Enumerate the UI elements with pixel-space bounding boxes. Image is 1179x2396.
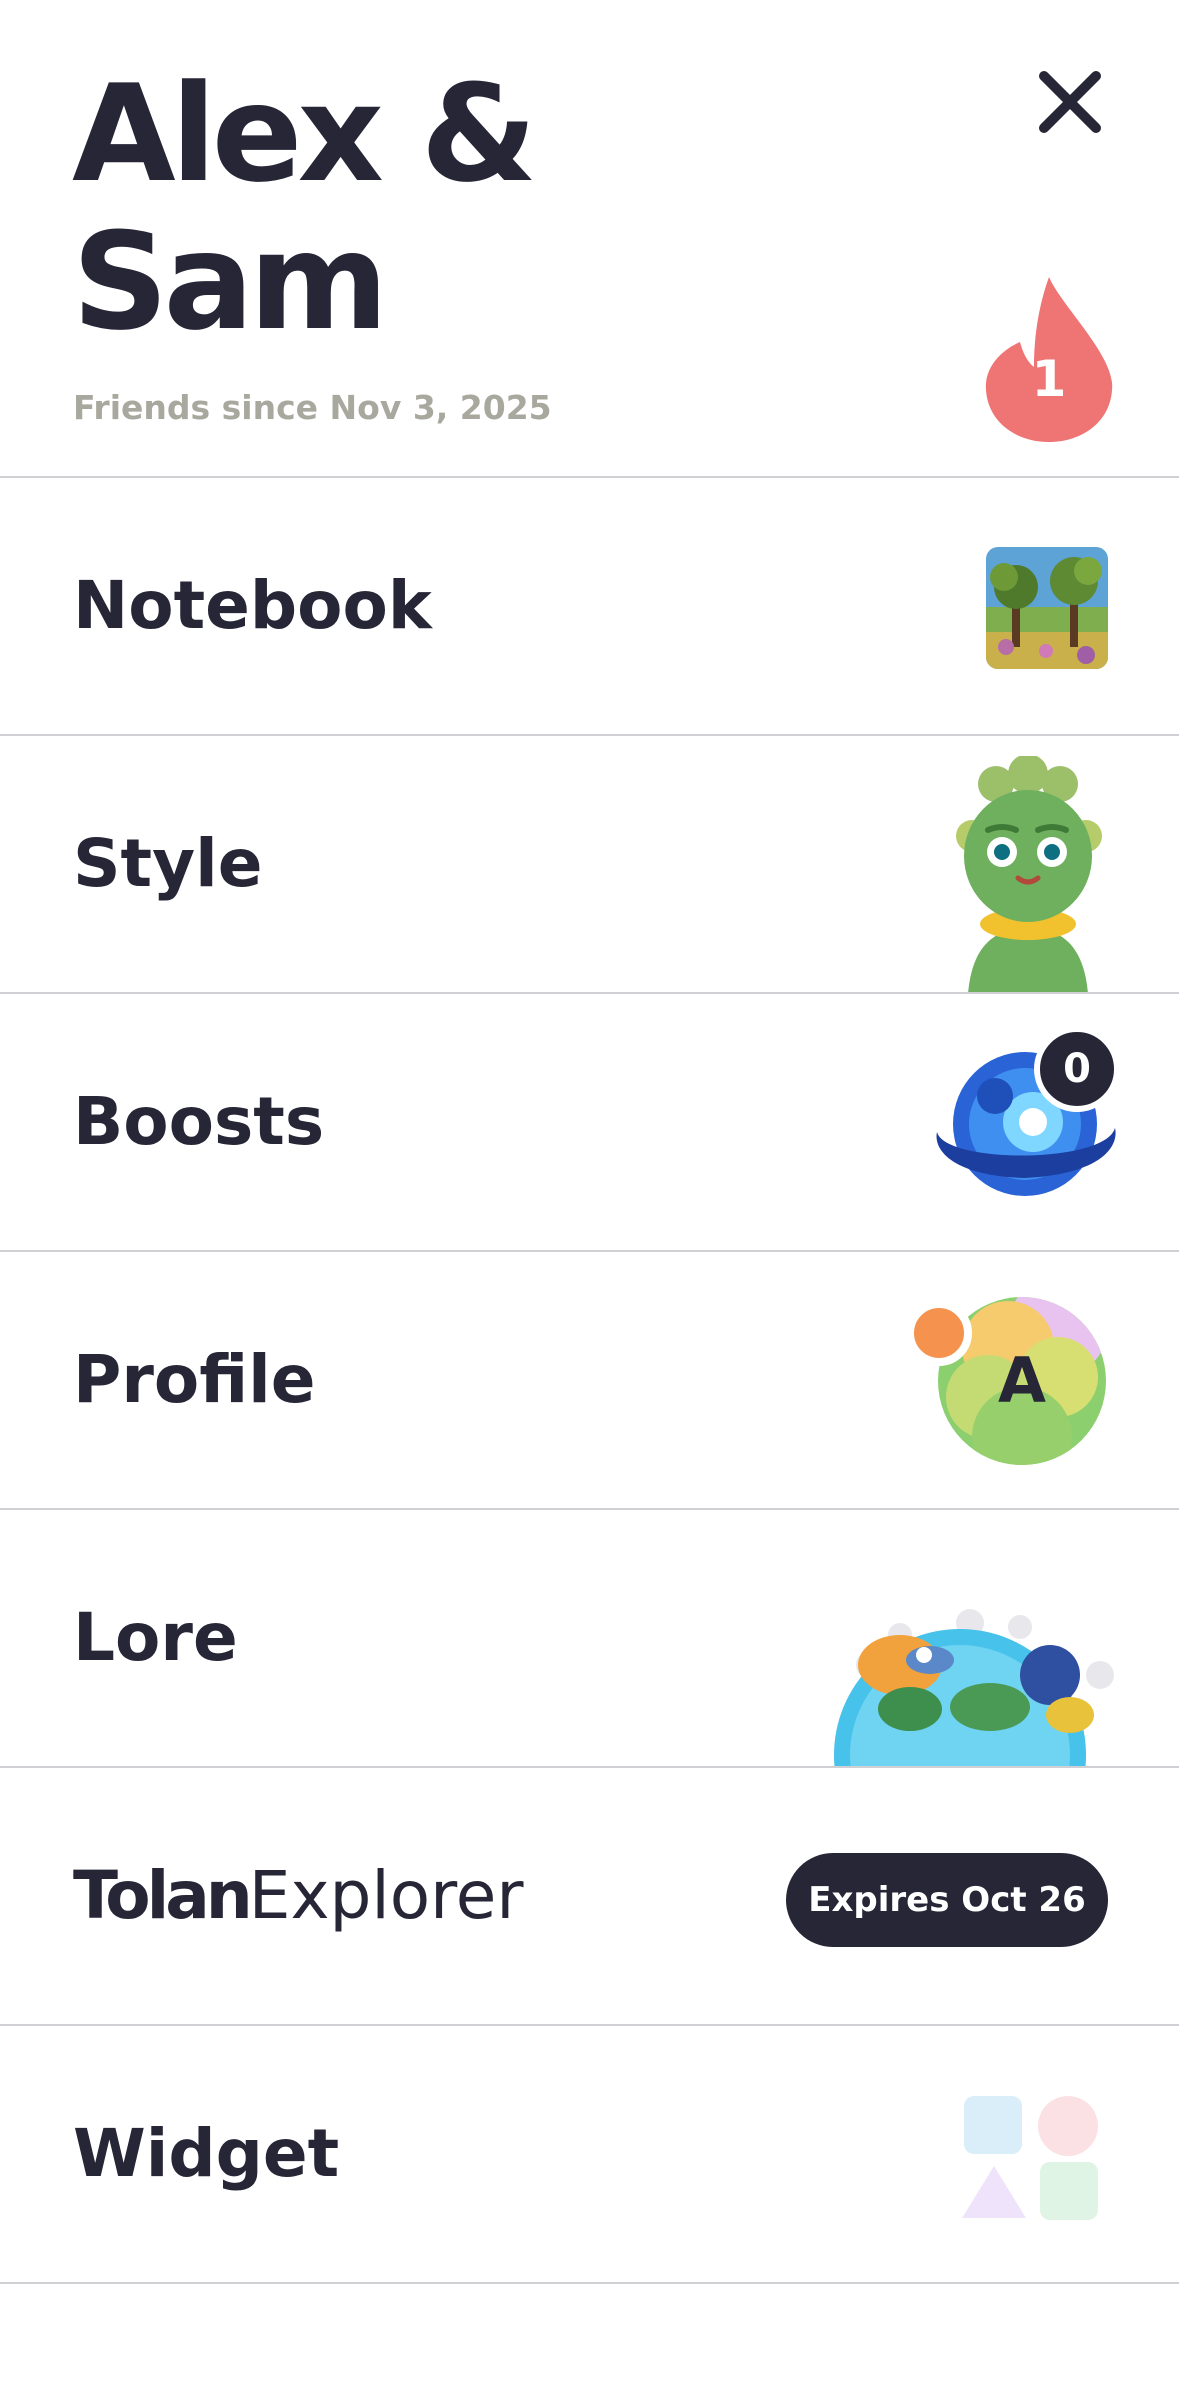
character-avatar	[956, 756, 1102, 992]
page-title-line-2: Sam	[72, 204, 389, 360]
menu-item-label: Widget	[73, 2115, 340, 2192]
menu-item-lore[interactable]: Lore	[0, 1510, 1179, 1768]
menu-item-label: Style	[73, 825, 263, 902]
menu-item-label: Boosts	[73, 1083, 325, 1160]
landscape-thumbnail	[986, 547, 1108, 669]
page-title-line-1: Alex &	[72, 56, 537, 212]
notification-dot	[906, 1300, 972, 1366]
streak-badge[interactable]: 1	[982, 272, 1116, 444]
expires-badge: Expires Oct 26	[786, 1853, 1108, 1947]
streak-count: 1	[1031, 350, 1067, 408]
menu-item-notebook[interactable]: Notebook	[0, 478, 1179, 736]
close-icon	[1039, 71, 1101, 133]
menu-item-style[interactable]: Style	[0, 736, 1179, 994]
friends-since-text: Friends since Nov 3, 2025	[73, 388, 552, 427]
page-title: Alex & Sam	[72, 56, 537, 360]
menu-item-label: Notebook	[73, 567, 432, 644]
menu-item-widget[interactable]: Widget	[0, 2026, 1179, 2284]
menu-item-label: Profile	[73, 1341, 316, 1418]
tolan-explorer-logo: TolanExplorer	[73, 1768, 524, 2024]
planet-icon	[834, 1609, 1114, 1766]
boosts-count-badge: 0	[1034, 1026, 1120, 1112]
header: Alex & Sam Friends since Nov 3, 2025 1	[0, 0, 1179, 478]
menu-item-profile[interactable]: Profile A	[0, 1252, 1179, 1510]
menu-item-tolan-explorer[interactable]: TolanExplorer Expires Oct 26	[0, 1768, 1179, 2026]
tolan-brand-text: Tolan	[73, 1857, 253, 1934]
widget-shapes-icon	[962, 2096, 1098, 2220]
close-button[interactable]	[1030, 62, 1110, 142]
menu-item-label: Lore	[73, 1599, 238, 1676]
explorer-text: Explorer	[248, 1857, 524, 1934]
menu-item-boosts[interactable]: Boosts 0	[0, 994, 1179, 1252]
